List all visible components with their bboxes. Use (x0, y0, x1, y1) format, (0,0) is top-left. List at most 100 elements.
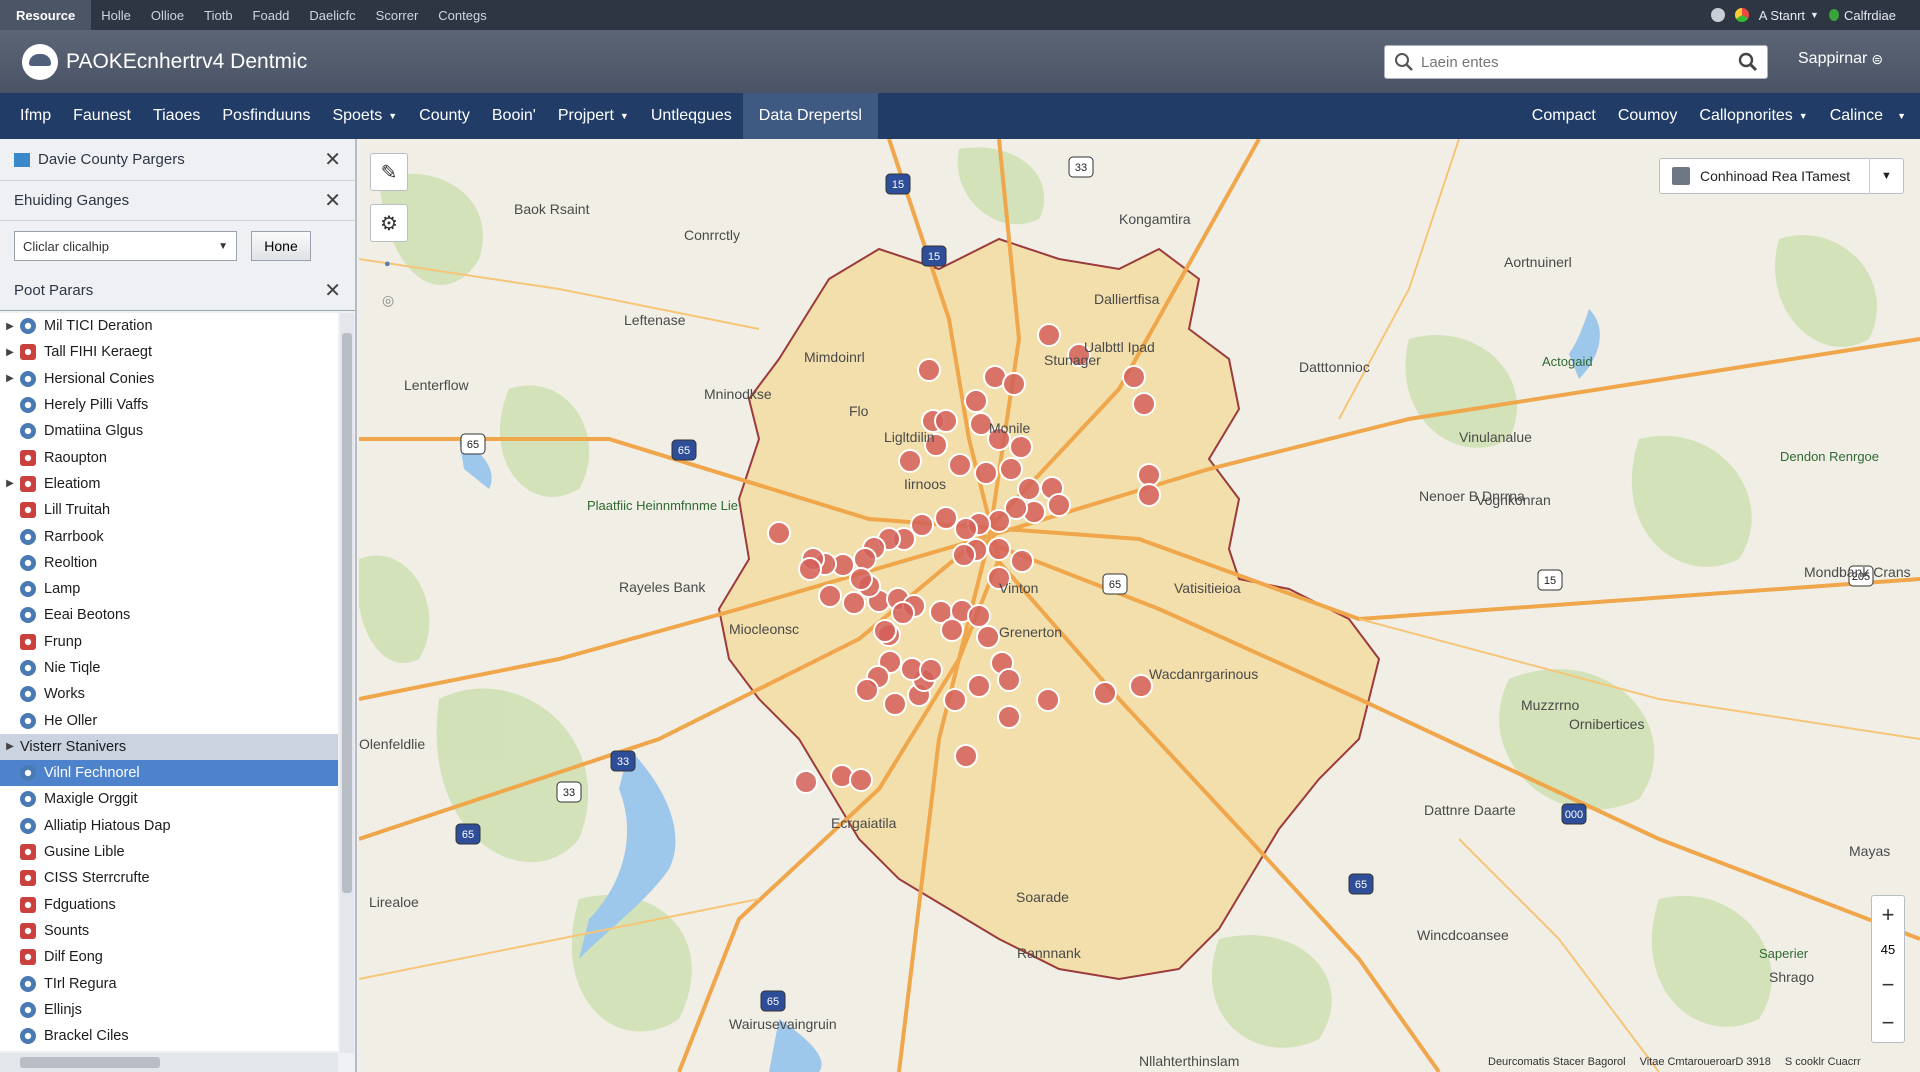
search-box (1384, 45, 1768, 79)
top-link-1[interactable]: Holle (91, 8, 141, 23)
top-link-3[interactable]: Tiotb (194, 8, 242, 23)
layer-blue-icon (20, 607, 36, 624)
tree-item[interactable]: TIrl Regura (0, 970, 338, 996)
nav-right-3[interactable]: Callopnorites ▼ (1688, 93, 1818, 139)
home-button[interactable]: Hone (251, 231, 311, 261)
scrollbar-thumb[interactable] (20, 1057, 160, 1068)
compass-icon[interactable]: ◎ (382, 292, 394, 309)
tree-item-label: Works (44, 686, 85, 703)
expand-arrow-icon[interactable]: ▶ (0, 347, 20, 358)
zoom-in-icon[interactable]: + (1882, 904, 1895, 926)
tree-item[interactable]: Reoltion (0, 550, 338, 576)
tree-group[interactable]: ▶ Visterr Stanivers (0, 733, 338, 761)
nav-right-2[interactable]: Coumoy (1607, 93, 1689, 139)
nav-item-3[interactable]: Tiaoes (142, 93, 211, 139)
tree-item[interactable]: Vilnl Fechnorel (0, 760, 338, 787)
tree-item[interactable]: ▶ Hersional Conies (0, 366, 338, 392)
tree-item[interactable]: Lamp (0, 576, 338, 602)
draw-tool-button[interactable]: ✎ (370, 153, 408, 191)
layer-blue-icon (20, 1001, 36, 1018)
tree-item[interactable]: Ellinjs (0, 997, 338, 1023)
tree-item[interactable]: Frunp (0, 629, 338, 655)
location-icon[interactable]: ● (384, 258, 391, 270)
user-menu-label: A Stanrt (1758, 7, 1806, 23)
tree-item[interactable]: ▶ Tall FIHI Keraegt (0, 339, 338, 365)
search-submit-icon[interactable] (1737, 51, 1759, 73)
settings-tool-button[interactable]: ⚙ (370, 204, 408, 242)
horizontal-scrollbar[interactable] (0, 1053, 338, 1072)
tree-item[interactable]: Eeai Beotons (0, 602, 338, 628)
tree-item[interactable]: Lill Truitah (0, 497, 338, 523)
layer-blue-icon (20, 318, 36, 335)
layer-select[interactable]: Cliclar clicalhip ▼ (14, 231, 237, 261)
settings-icon[interactable] (1710, 8, 1725, 22)
place-label: Vinton (999, 580, 1039, 596)
highway-shield-label: 000 (1565, 809, 1583, 821)
chevron-down-icon[interactable]: ▼ (1869, 158, 1903, 194)
download-control[interactable]: Conhinoad Rea ITamest ▼ (1659, 158, 1904, 194)
close-icon[interactable]: ✕ (324, 147, 341, 172)
close-icon[interactable]: ✕ (324, 278, 341, 303)
tree-item-label: Visterr Stanivers (20, 738, 127, 755)
calendar-link[interactable]: Calfrdiae (1828, 8, 1896, 23)
nav-item-8[interactable]: Projpert ▼ (547, 93, 640, 139)
zoom-out-alt-icon[interactable]: − (1882, 1011, 1895, 1034)
tree-item[interactable]: Works (0, 681, 338, 707)
tree-item[interactable]: CISS Sterrcrufte (0, 865, 338, 891)
vertical-scrollbar[interactable] (340, 313, 354, 1053)
incident-marker (1132, 392, 1156, 416)
nav-item-active[interactable]: Data Drepertsl (742, 93, 878, 139)
tree-item[interactable]: Fdguations (0, 892, 338, 918)
top-link-7[interactable]: Contegs (428, 8, 496, 23)
tree-item[interactable]: Rarrbook (0, 523, 338, 549)
nav-item-2[interactable]: Faunest (62, 93, 142, 139)
top-link-5[interactable]: Daelicfc (299, 8, 365, 23)
close-icon[interactable]: ✕ (324, 188, 341, 213)
top-link-4[interactable]: Foadd (243, 8, 300, 23)
incident-marker (974, 461, 998, 485)
tree-item[interactable]: Dilf Eong (0, 944, 338, 970)
nav-item-5[interactable]: Spoets ▼ (321, 93, 408, 139)
tree-item[interactable]: ▶ Mil TICI Deration (0, 313, 338, 339)
tree-item[interactable]: Brackel Ciles (0, 1023, 338, 1049)
tree-item[interactable]: Herely Pilli Vaffs (0, 392, 338, 418)
expand-arrow-icon[interactable]: ▶ (0, 321, 20, 332)
tree-item[interactable]: Alliatip Hiatous Dap (0, 813, 338, 839)
incident-marker (967, 604, 991, 628)
place-label: Wacdanrgarinous (1149, 666, 1259, 682)
zoom-out-icon[interactable]: − (1882, 973, 1895, 996)
nav-item-9[interactable]: Untleqgues (640, 93, 743, 139)
search-input[interactable] (1415, 47, 1737, 77)
user-button[interactable]: Sappirnar ⊜ (1798, 50, 1883, 68)
map-svg[interactable]: 3315156565156565333365651515000205 (359, 139, 1920, 1072)
place-label: Olenfeldlie (359, 736, 426, 752)
nav-right-4[interactable]: Calince ▼ (1819, 93, 1920, 139)
nav-item-1[interactable]: Ifmp (0, 93, 62, 139)
tree-item[interactable]: Gusine Lible (0, 839, 338, 865)
tree-item[interactable]: Raoupton (0, 444, 338, 470)
expand-arrow-icon[interactable]: ▶ (0, 478, 20, 489)
map-canvas[interactable]: 3315156565156565333365651515000205 Baok … (359, 139, 1920, 1072)
notifications-icon[interactable] (1734, 8, 1749, 22)
expand-arrow-icon[interactable]: ▶ (0, 741, 20, 752)
tree-item[interactable]: Sounts (0, 918, 338, 944)
tree-item[interactable]: He Oller (0, 707, 338, 733)
top-link-2[interactable]: Ollioe (141, 8, 194, 23)
nav-item-7[interactable]: Booin' (481, 93, 547, 139)
user-menu[interactable]: A Stanrt ▼ (1759, 8, 1819, 23)
layer-blue-icon (20, 554, 36, 571)
nav-right-1[interactable]: Compact (1521, 93, 1607, 139)
expand-arrow-icon[interactable]: ▶ (0, 373, 20, 384)
tree-item[interactable]: ▶ Eleatiom (0, 471, 338, 497)
nav-item-4[interactable]: Posfinduuns (211, 93, 321, 139)
tree-item[interactable]: Dmatiina Glgus (0, 418, 338, 444)
tree-item[interactable]: Nie Tiqle (0, 655, 338, 681)
nav-item-6[interactable]: County (408, 93, 481, 139)
tree-item-label: Eleatiom (44, 475, 101, 492)
scrollbar-thumb[interactable] (342, 333, 352, 893)
tree-item-label: CISS Sterrcrufte (44, 870, 150, 887)
highway-shield-label: 65 (462, 829, 474, 841)
top-link-6[interactable]: Scorrer (366, 8, 429, 23)
tree-item[interactable]: Maxigle Orggit (0, 786, 338, 812)
brand-tab[interactable]: Resource (0, 0, 92, 30)
